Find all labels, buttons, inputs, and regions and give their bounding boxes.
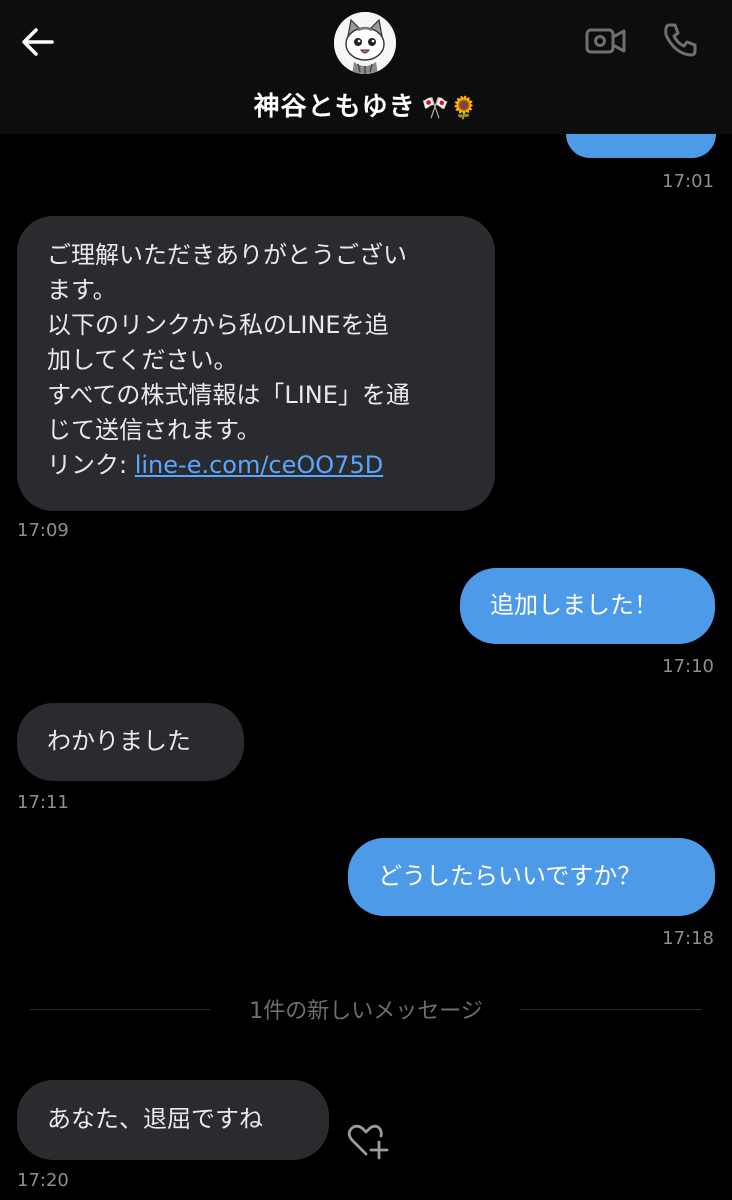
message-line: ご理解いただきありがとうござい bbox=[47, 241, 407, 269]
contact-avatar[interactable] bbox=[334, 12, 396, 74]
message-timestamp: 17:01 bbox=[662, 171, 714, 192]
heart-plus-icon bbox=[347, 1124, 389, 1160]
back-button[interactable] bbox=[18, 22, 58, 62]
message-line: ます。 bbox=[47, 276, 117, 304]
message-timestamp: 17:09 bbox=[17, 520, 69, 541]
message-text: どうしたらいいですか？ bbox=[378, 862, 642, 890]
incoming-message-bubble[interactable]: あなた、退屈ですね bbox=[17, 1080, 329, 1160]
message-text: ご理解いただきありがとうござい ます。 以下のリンクから私のLINEを追 加して… bbox=[47, 238, 465, 483]
message-text: あなた、退屈ですね bbox=[47, 1105, 263, 1133]
incoming-message-bubble[interactable]: ご理解いただきありがとうござい ます。 以下のリンクから私のLINEを追 加して… bbox=[17, 216, 495, 511]
message-text: わかりました bbox=[47, 727, 191, 755]
link-prefix: リンク: bbox=[47, 451, 135, 479]
cat-avatar-icon bbox=[334, 12, 396, 74]
back-arrow-icon bbox=[22, 28, 54, 56]
contact-name-text: 神谷ともゆき bbox=[253, 92, 416, 122]
contact-name-emoji: 🎌🌻 bbox=[421, 96, 479, 121]
incoming-message-bubble[interactable]: わかりました bbox=[17, 703, 244, 781]
message-timestamp: 17:10 bbox=[662, 656, 714, 677]
contact-name[interactable]: 神谷ともゆき 🎌🌻 bbox=[0, 86, 732, 123]
voice-call-button[interactable] bbox=[660, 20, 700, 60]
message-text: 追加しました！ bbox=[490, 591, 658, 619]
outgoing-message-bubble[interactable]: どうしたらいいですか？ bbox=[348, 838, 715, 916]
video-call-icon bbox=[585, 28, 626, 54]
new-messages-label: 1件の新しいメッセージ bbox=[235, 999, 497, 1024]
message-line: すべての株式情報は「LINE」を通 bbox=[47, 381, 410, 409]
outgoing-message-bubble[interactable]: 追加しました！ bbox=[460, 568, 715, 644]
message-line: リンク: line-e.com/ceOO75D bbox=[47, 448, 465, 483]
video-call-button[interactable] bbox=[584, 22, 628, 60]
message-link[interactable]: line-e.com/ceOO75D bbox=[135, 451, 383, 479]
message-timestamp: 17:20 bbox=[17, 1170, 69, 1191]
add-reaction-button[interactable] bbox=[346, 1120, 390, 1160]
message-line: じて送信されます。 bbox=[47, 416, 261, 444]
new-messages-divider: 1件の新しいメッセージ bbox=[0, 993, 732, 1025]
message-line: 以下のリンクから私のLINEを追 bbox=[47, 311, 389, 339]
message-timestamp: 17:18 bbox=[662, 928, 714, 949]
message-line: 加してください。 bbox=[47, 346, 238, 374]
conversation-header: 神谷ともゆき 🎌🌻 bbox=[0, 0, 732, 134]
phone-icon bbox=[664, 23, 697, 57]
message-timestamp: 17:11 bbox=[17, 792, 69, 813]
